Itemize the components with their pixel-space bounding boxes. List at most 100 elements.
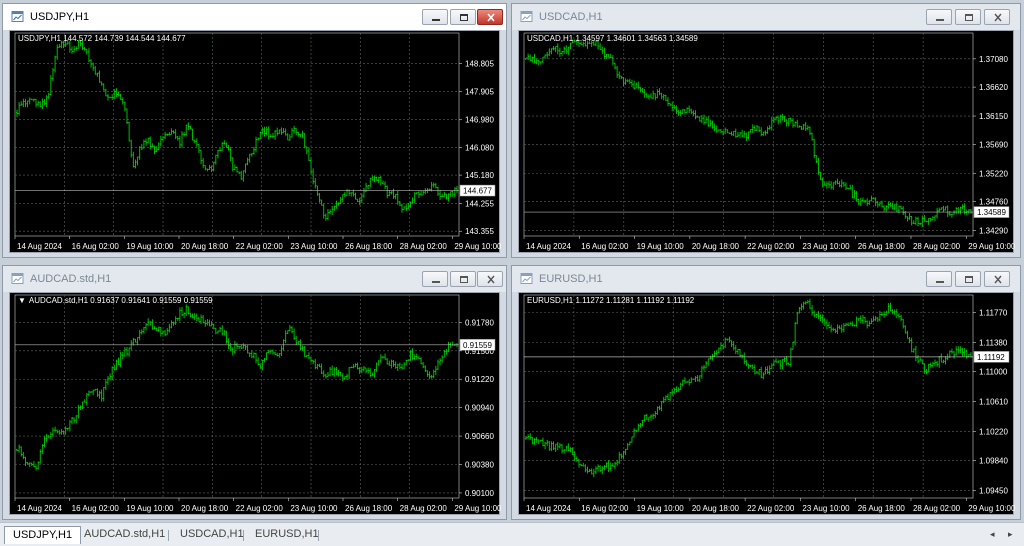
close-button[interactable] — [984, 9, 1010, 25]
x-tick-label: 14 Aug 2024 — [17, 242, 62, 251]
window-titlebar[interactable]: USDJPY,H1 — [3, 4, 506, 30]
close-icon — [487, 13, 495, 22]
window-titlebar[interactable]: AUDCAD.std,H1 — [3, 266, 506, 292]
current-price-label: 1.34589 — [977, 208, 1006, 217]
x-tick-label: 28 Aug 02:00 — [913, 504, 961, 513]
restore-button[interactable] — [450, 271, 476, 287]
y-tick-label: 1.11000 — [979, 368, 1008, 377]
chart-header-text: AUDCAD.std,H1 0.91637 0.91641 0.91559 0.… — [28, 296, 213, 305]
minimize-button[interactable] — [926, 271, 952, 287]
chart-header: EURUSD,H1 1.11272 1.11281 1.11192 1.1119… — [527, 296, 694, 306]
x-tick-label: 23 Aug 10:00 — [290, 242, 338, 251]
close-button[interactable] — [984, 271, 1010, 287]
y-tick-label: 1.34760 — [979, 198, 1008, 207]
chart-window-usdcad[interactable]: USDCAD,H1 1.37080 1.36620 1.36150 1.35690 1.… — [511, 3, 1021, 258]
y-tick-label: 0.90100 — [465, 489, 494, 498]
restore-icon — [965, 14, 973, 21]
y-tick-label: 1.10610 — [979, 397, 1008, 406]
minimize-icon — [936, 281, 944, 283]
chart-tabs-bar: USDJPY,H1 AUDCAD.std,H1 USDCAD,H1 EURUSD… — [0, 522, 1024, 546]
y-tick-label: 1.09840 — [979, 456, 1008, 465]
minimize-icon — [432, 19, 440, 21]
y-tick-label: 0.91780 — [465, 318, 494, 327]
scroll-right-icon[interactable]: ▸ — [1008, 529, 1013, 540]
x-tick-label: 28 Aug 02:00 — [913, 242, 961, 251]
minimize-button[interactable] — [422, 271, 448, 287]
chart-header: USDCAD,H1 1.34597 1.34601 1.34563 1.3458… — [527, 34, 698, 44]
candles-group — [16, 304, 458, 471]
window-titlebar[interactable]: USDCAD,H1 — [512, 4, 1020, 30]
y-tick-label: 147.905 — [465, 87, 494, 96]
x-tick-label: 19 Aug 10:00 — [126, 504, 174, 513]
tab-separator — [318, 530, 319, 541]
window-titlebar[interactable]: EURUSD,H1 — [512, 266, 1020, 292]
x-tick-label: 22 Aug 02:00 — [747, 504, 795, 513]
y-tick-label: 144.255 — [465, 200, 494, 209]
y-tick-label: 1.11770 — [979, 309, 1008, 318]
chart-header-text: USDJPY,H1 144.572 144.739 144.544 144.67… — [18, 34, 186, 43]
y-tick-label: 0.90380 — [465, 461, 494, 470]
y-tick-label: 1.37080 — [979, 55, 1008, 64]
close-button[interactable] — [477, 9, 503, 25]
close-button[interactable] — [477, 271, 503, 287]
x-tick-label: 28 Aug 02:00 — [400, 242, 448, 251]
x-tick-label: 16 Aug 02:00 — [581, 504, 629, 513]
candles-group — [525, 298, 972, 478]
y-tick-label: 146.980 — [465, 116, 494, 125]
x-tick-label: 16 Aug 02:00 — [581, 242, 629, 251]
chart-window-audcad[interactable]: AUDCAD.std,H1 0.91780 0.91500 0.91220 0.909… — [2, 265, 507, 520]
restore-button[interactable] — [450, 9, 476, 25]
x-tick-label: 19 Aug 10:00 — [637, 242, 685, 251]
y-tick-label: 1.09450 — [979, 486, 1008, 495]
x-tick-label: 23 Aug 10:00 — [802, 242, 850, 251]
minimize-icon — [936, 19, 944, 21]
scroll-left-icon[interactable]: ◂ — [990, 529, 995, 540]
minimize-button[interactable] — [926, 9, 952, 25]
x-tick-label: 19 Aug 10:00 — [126, 242, 174, 251]
x-tick-label: 20 Aug 18:00 — [181, 242, 229, 251]
chart-header-text: USDCAD,H1 1.34597 1.34601 1.34563 1.3458… — [527, 34, 698, 43]
tab-usdjpy[interactable]: USDJPY,H1 — [4, 526, 82, 544]
x-tick-label: 29 Aug 10:00 — [454, 504, 501, 513]
chart-area[interactable]: 1.37080 1.36620 1.36150 1.35690 1.35220 1.347… — [518, 30, 1015, 254]
tab-audcad[interactable]: AUDCAD.std,H1 — [76, 526, 173, 544]
y-tick-label: 0.90940 — [465, 404, 494, 413]
window-title: AUDCAD.std,H1 — [30, 273, 112, 285]
x-tick-label: 14 Aug 2024 — [526, 242, 571, 251]
x-tick-label: 20 Aug 18:00 — [181, 504, 229, 513]
x-tick-label: 23 Aug 10:00 — [802, 504, 850, 513]
chart-window-icon — [11, 273, 24, 284]
chart-header-text: EURUSD,H1 1.11272 1.11281 1.11192 1.1119… — [527, 296, 695, 305]
y-tick-label: 0.90660 — [465, 432, 494, 441]
price-chart-plot[interactable]: 148.805 147.905 146.980 146.080 145.180 144.2… — [10, 31, 501, 254]
restore-button[interactable] — [955, 271, 981, 287]
y-tick-label: 0.91220 — [465, 375, 494, 384]
x-tick-label: 23 Aug 10:00 — [290, 504, 338, 513]
minimize-button[interactable] — [422, 9, 448, 25]
price-chart-plot[interactable]: 1.37080 1.36620 1.36150 1.35690 1.35220 1.347… — [519, 31, 1015, 254]
dropdown-triangle-icon[interactable]: ▼ — [18, 296, 26, 306]
x-tick-label: 19 Aug 10:00 — [637, 504, 685, 513]
chart-area[interactable]: 0.91780 0.91500 0.91220 0.90940 0.90660 0.903… — [9, 292, 501, 516]
restore-icon — [965, 276, 973, 283]
price-chart-plot[interactable]: 1.11770 1.11380 1.11000 1.10610 1.10220 1.098… — [519, 293, 1015, 516]
chart-window-usdjpy[interactable]: USDJPY,H1 148.805 147.905 146.980 146.080 14… — [2, 3, 507, 258]
tab-eurusd[interactable]: EURUSD,H1 — [247, 526, 327, 544]
restore-button[interactable] — [955, 9, 981, 25]
chart-window-eurusd[interactable]: EURUSD,H1 1.11770 1.11380 1.11000 1.10610 1.… — [511, 265, 1021, 520]
x-tick-label: 26 Aug 18:00 — [345, 242, 393, 251]
chart-header: USDJPY,H1 144.572 144.739 144.544 144.67… — [18, 34, 186, 44]
x-tick-label: 22 Aug 02:00 — [747, 242, 795, 251]
close-icon — [994, 275, 1002, 284]
chart-window-icon — [11, 11, 24, 22]
restore-icon — [460, 14, 468, 21]
tab-usdcad[interactable]: USDCAD,H1 — [172, 526, 252, 544]
y-tick-label: 148.805 — [465, 60, 494, 69]
y-tick-label: 1.11380 — [979, 338, 1008, 347]
price-chart-plot[interactable]: 0.917800.915000.912200.909400.906600.903… — [10, 293, 501, 516]
candles-group — [525, 39, 972, 227]
y-tick-label: 146.080 — [465, 143, 494, 152]
chart-area[interactable]: 1.11770 1.11380 1.11000 1.10610 1.10220 1.098… — [518, 292, 1015, 516]
close-icon — [994, 13, 1002, 22]
chart-area[interactable]: 148.805 147.905 146.980 146.080 145.180 144.2… — [9, 30, 501, 254]
